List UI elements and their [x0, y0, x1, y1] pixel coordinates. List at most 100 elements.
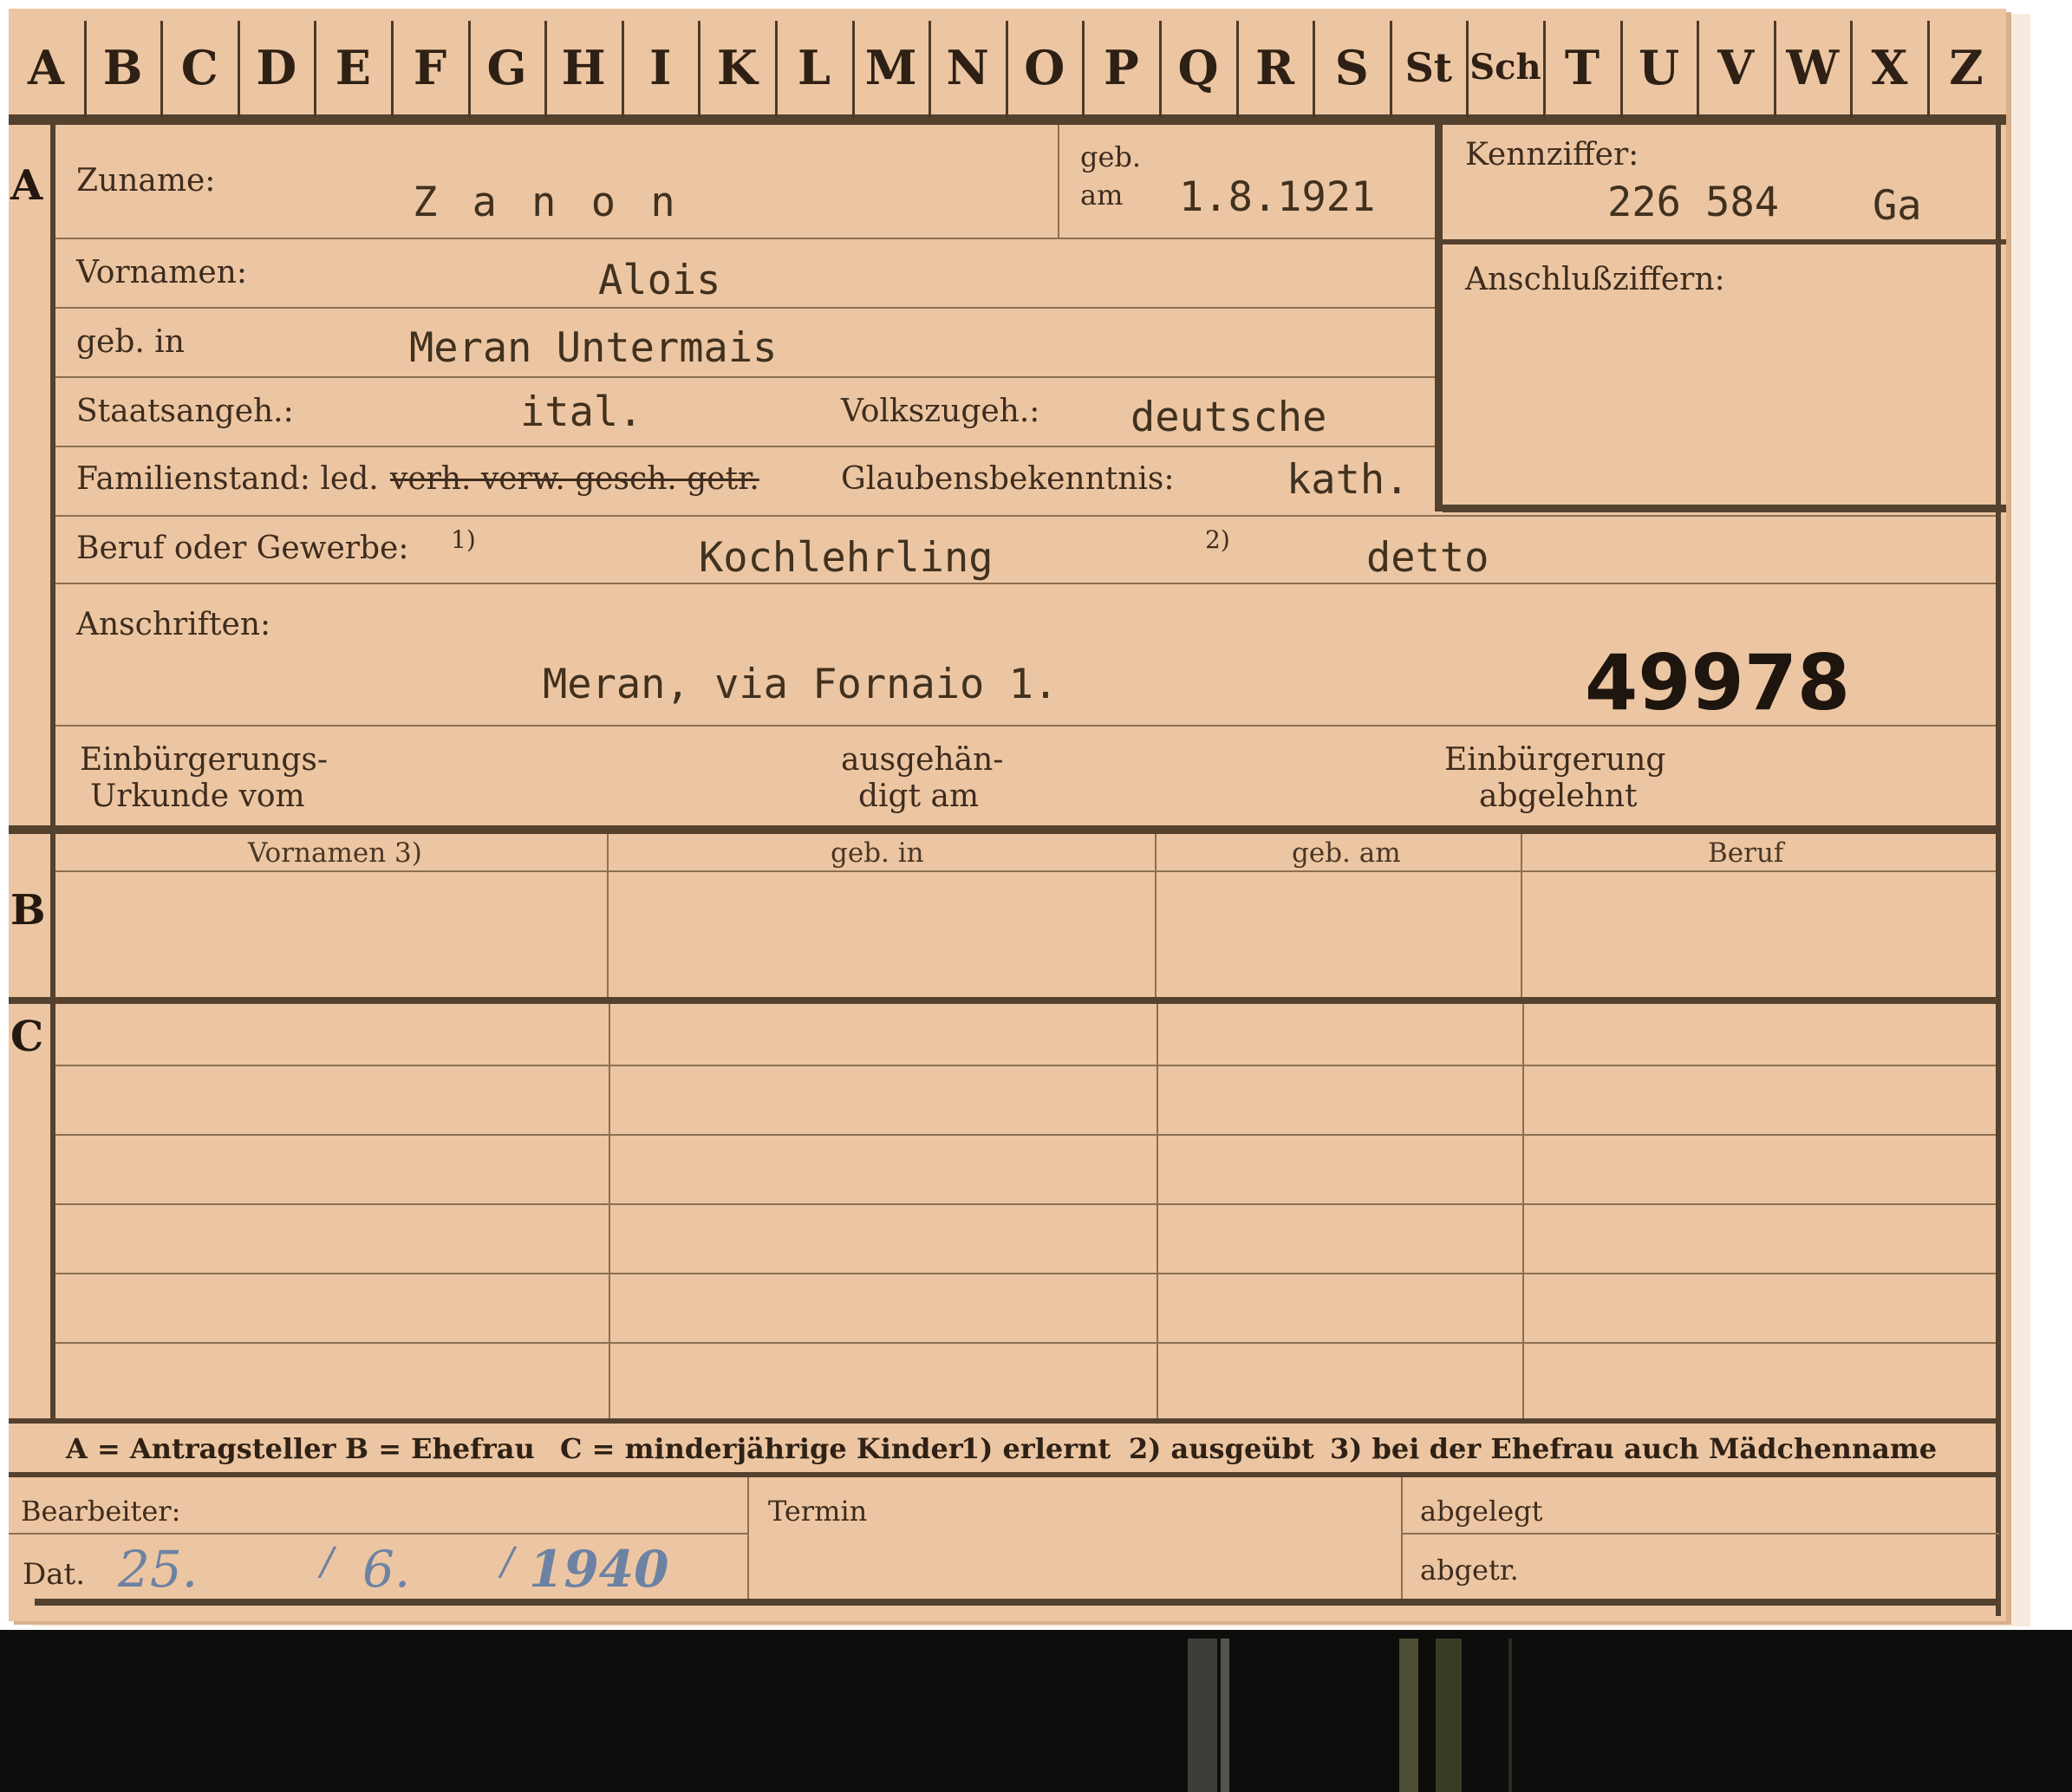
rule: [55, 583, 1996, 584]
dat-month: 6.: [362, 1540, 411, 1599]
dat-label: Dat.: [23, 1557, 86, 1592]
alphabet-tab: G: [486, 40, 527, 95]
legend-bottom-border: [9, 1472, 2001, 1477]
table-row: [55, 1203, 1996, 1205]
kennziffer-box-bottom-border: [1443, 505, 2006, 512]
tab-divider: [1005, 21, 1008, 118]
kennziffer-value: 226 584: [1607, 179, 1780, 226]
geb-in-label: geb. in: [76, 324, 185, 360]
geb-am-value: 1.8.1921: [1179, 173, 1376, 221]
tab-divider: [1543, 21, 1546, 118]
section-b-left-border: [50, 834, 55, 1007]
tab-divider: [314, 21, 317, 118]
alphabet-tab: V: [1717, 40, 1755, 95]
tab-divider: [1927, 21, 1930, 118]
am-label: am: [1080, 179, 1124, 212]
beruf-note-2: 2): [1205, 525, 1230, 554]
card-bottom-border: [35, 1599, 2001, 1606]
vornamen-value: Alois: [598, 257, 721, 304]
scan-background: [0, 1630, 2072, 1792]
col-divider: [1521, 834, 1522, 1004]
col-divider: [1157, 1004, 1158, 1420]
alphabet-tab: W: [1786, 40, 1840, 95]
tab-divider: [160, 21, 164, 118]
abgelegt-label: abgelegt: [1420, 1495, 1543, 1528]
scan-streak: [1436, 1639, 1462, 1792]
abgelehnt-label: abgelehnt: [1479, 779, 1638, 814]
staatsangeh-value: ital.: [520, 388, 643, 436]
section-c-top-border: [9, 997, 2001, 1004]
section-a-left-border: [50, 125, 55, 834]
tab-divider: [1619, 21, 1623, 118]
alphabet-tab: E: [335, 40, 371, 95]
tab-divider: [1313, 21, 1316, 118]
rule: [55, 238, 1435, 239]
alphabet-tab: N: [946, 40, 989, 95]
beruf-note-1: 1): [451, 525, 476, 554]
zuname-value: Z a n o n: [413, 179, 681, 226]
legend-note-1: 1) erlernt: [961, 1432, 1111, 1465]
table-row: [55, 1134, 1996, 1136]
beruf-value: Kochlehrling: [699, 534, 994, 582]
col-divider: [609, 1004, 610, 1420]
termin-label: Termin: [768, 1495, 868, 1528]
familienstand-struck: verh. verw. gesch. getr.: [390, 461, 759, 497]
alphabet-tab: S: [1334, 40, 1369, 95]
tab-divider: [391, 21, 394, 118]
date-slash: /: [321, 1540, 334, 1584]
rule: [1401, 1533, 1999, 1535]
vornamen-label: Vornamen:: [76, 255, 247, 290]
alphabet-tab: U: [1639, 40, 1680, 95]
legend-b: B = Ehefrau: [345, 1432, 535, 1465]
tab-divider: [1235, 21, 1239, 118]
volkszugeh-label: Volkszugeh.:: [841, 394, 1040, 429]
tab-divider: [621, 21, 624, 118]
alphabet-tab: B: [102, 40, 143, 95]
volkszugeh-value: deutsche: [1130, 394, 1327, 441]
zuname-label: Zuname:: [76, 163, 216, 199]
table-row: [55, 1342, 1996, 1344]
alphabet-tab: T: [1564, 40, 1600, 95]
scan-streak: [1188, 1639, 1217, 1792]
anschluss-label: Anschlußziffern:: [1465, 262, 1725, 297]
anschriften-label: Anschriften:: [76, 607, 271, 642]
file-number: 49978: [1585, 638, 1851, 727]
section-c-left-border: [50, 1004, 55, 1420]
tab-divider: [83, 21, 87, 118]
row-marker-a: A: [10, 161, 43, 210]
alphabet-tab: Z: [1949, 40, 1984, 95]
rule: [55, 870, 1996, 872]
alphabet-tab: O: [1024, 40, 1065, 95]
row-marker-b: B: [10, 886, 46, 935]
beruf-value-2: detto: [1366, 534, 1489, 582]
tab-divider: [1159, 21, 1162, 118]
staatsangeh-label: Staatsangeh.:: [76, 394, 294, 429]
table-row: [55, 1273, 1996, 1274]
alphabet-tab: D: [256, 40, 297, 95]
col-divider: [1522, 1004, 1524, 1420]
einbuergerung-abgelehnt-label: Einbürgerung: [1444, 742, 1666, 778]
card-right-border: [1996, 125, 2001, 1616]
geb-divider: [1058, 125, 1059, 238]
tab-divider: [1773, 21, 1776, 118]
urkunde-label: Urkunde vom: [90, 779, 305, 814]
rule: [55, 307, 1435, 309]
alphabet-tab: L: [798, 40, 831, 95]
rule: [9, 1533, 747, 1535]
tab-divider: [544, 21, 548, 118]
anschriften-value: Meran, via Fornaio 1.: [543, 661, 1059, 708]
scan-streak: [1508, 1639, 1512, 1792]
alphabet-tab: I: [649, 40, 672, 95]
rule: [55, 376, 1435, 378]
date-slash: /: [501, 1540, 514, 1584]
legend-c: C = minderjährige Kinder: [560, 1432, 963, 1465]
tab-divider: [1082, 21, 1085, 118]
legend-note-2: 2) ausgeübt: [1129, 1432, 1314, 1465]
col-divider: [607, 834, 609, 1004]
glauben-value: kath.: [1287, 456, 1410, 504]
alphabet-tab: A: [28, 40, 64, 95]
header-vornamen: Vornamen 3): [248, 837, 422, 869]
alphabet-tab: M: [864, 40, 917, 95]
header-geb-in: geb. in: [831, 837, 924, 869]
table-row: [55, 1065, 1996, 1066]
